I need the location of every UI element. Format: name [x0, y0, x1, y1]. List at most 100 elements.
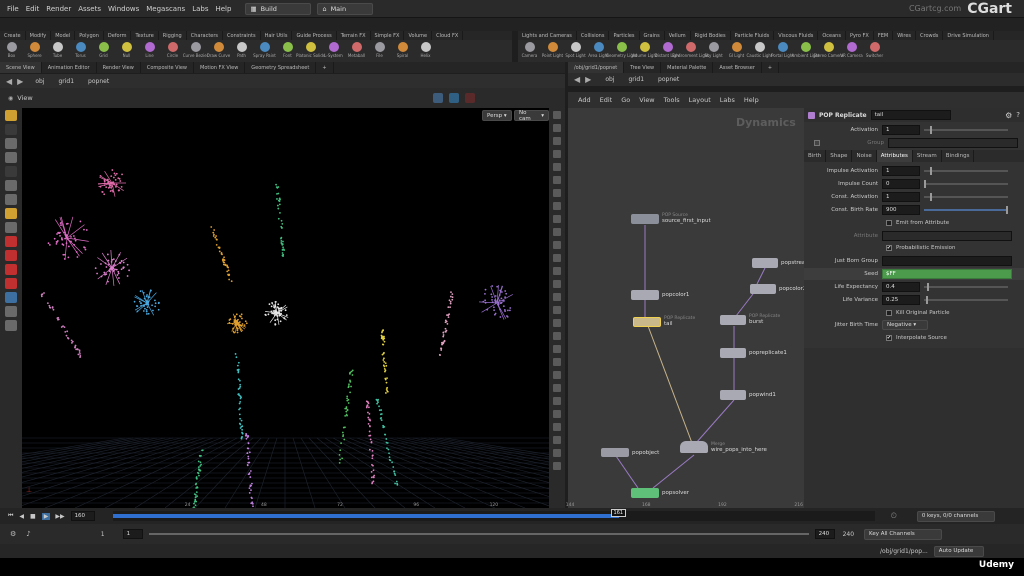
start-icon[interactable]: ⏮ — [8, 512, 13, 520]
shelf2-tab[interactable]: Collisions — [577, 31, 610, 40]
node-popwind1[interactable]: popwind1 — [720, 390, 776, 400]
shelf-tab[interactable]: Hair Utils — [261, 31, 293, 40]
display-option-icon[interactable] — [553, 358, 561, 366]
shelf2-tool[interactable]: Distant Light — [655, 40, 680, 62]
field-seed[interactable]: $FF — [882, 269, 1012, 279]
display-option-icon[interactable] — [553, 449, 561, 457]
network-editor[interactable]: Dynamics POP Source source_first_input p… — [568, 108, 804, 508]
display-option-icon[interactable] — [553, 280, 561, 288]
node-popsolver[interactable]: popsolver — [631, 488, 689, 498]
path-grid1[interactable]: grid1 — [58, 78, 74, 85]
frame-marker[interactable]: 161 — [610, 509, 627, 517]
display-option-icon[interactable] — [553, 215, 561, 223]
node-merge[interactable]: Merge wire_pops_into_here — [680, 441, 767, 453]
slider-knob[interactable] — [924, 180, 926, 188]
shelf2-tool[interactable]: Volume Light — [631, 40, 658, 62]
slider-life-variance[interactable] — [924, 296, 1008, 304]
node-source-first-input[interactable]: POP Source source_first_input — [631, 213, 711, 224]
path-popnet[interactable]: popnet — [658, 76, 679, 83]
shelf-tool[interactable]: Sphere — [23, 40, 46, 62]
view-menu-icon[interactable]: ◉ — [8, 95, 13, 102]
shelf-tool[interactable]: Draw Curve — [207, 40, 230, 62]
shelf-tab[interactable]: Texture — [131, 31, 159, 40]
shelf2-tool[interactable]: Portal Light — [771, 40, 794, 62]
tool-icon[interactable] — [5, 208, 17, 219]
slider-life-expectancy[interactable] — [924, 283, 1008, 291]
forward-icon[interactable]: ▶ — [17, 77, 23, 86]
slider-impulse-count[interactable] — [924, 180, 1008, 188]
slider-knob[interactable] — [930, 167, 932, 175]
menu-render[interactable]: Render — [46, 5, 71, 13]
display-option-icon[interactable] — [553, 345, 561, 353]
net-menu-edit[interactable]: Edit — [600, 96, 613, 104]
timeline-track[interactable]: 161 24 48 72 96 120 144 168 192 216 — [112, 503, 875, 521]
group-toggle[interactable] — [814, 140, 820, 146]
shelf2-tool[interactable]: GI Light — [725, 40, 748, 62]
display-option-icon[interactable] — [553, 332, 561, 340]
tab-material-palette[interactable]: Material Palette — [661, 62, 714, 73]
shelf2-tab[interactable]: Viscous Fluids — [774, 31, 819, 40]
checkbox-emit-from-attribute[interactable] — [886, 220, 892, 226]
help-icon[interactable]: ? — [1016, 111, 1020, 119]
shelf-tool[interactable]: Box — [0, 40, 23, 62]
display-option-icon[interactable] — [553, 267, 561, 275]
shelf2-tool[interactable]: Point Light — [541, 40, 564, 62]
shelf2-tab[interactable]: Drive Simulation — [943, 31, 994, 40]
stop-icon[interactable]: ■ — [30, 513, 36, 520]
menu-file[interactable]: File — [7, 5, 19, 13]
tab-shape[interactable]: Shape — [826, 150, 853, 162]
checkbox-probabilistic-emission[interactable]: ✔ — [886, 245, 892, 251]
display-option-icon[interactable] — [553, 111, 561, 119]
shelf-tool[interactable]: Spray Paint — [253, 40, 276, 62]
tool-icon[interactable] — [5, 110, 17, 121]
shelf2-tab[interactable]: Pyro FX — [846, 31, 874, 40]
shelf-tool[interactable]: Line — [138, 40, 161, 62]
net-menu-view[interactable]: View — [639, 96, 654, 104]
tab-motion-fx-view[interactable]: Motion FX View — [194, 62, 246, 73]
shelf-tool[interactable]: L-System — [322, 40, 345, 62]
shelf-tab[interactable]: Guide Process — [292, 31, 337, 40]
desktop-select[interactable]: ▦ Build — [245, 2, 312, 15]
tab-noise[interactable]: Noise — [852, 150, 877, 162]
shelf2-tool[interactable]: Switcher — [863, 40, 886, 62]
menu-assets[interactable]: Assets — [78, 5, 101, 13]
tab-bindings[interactable]: Bindings — [942, 150, 975, 162]
shelf-tab[interactable]: Model — [51, 31, 76, 40]
net-menu-labs[interactable]: Labs — [720, 96, 735, 104]
audio-icon[interactable]: ♪ — [26, 530, 30, 538]
add-tab-icon[interactable]: + — [762, 62, 780, 73]
shelf2-tab[interactable]: Particle Fluids — [731, 31, 775, 40]
shelf2-tab[interactable]: Rigid Bodies — [691, 31, 731, 40]
field-life-expectancy[interactable]: 0.4 — [882, 282, 920, 292]
shelf-tool[interactable]: Spiral — [391, 40, 414, 62]
shelf2-tab[interactable]: Particles — [609, 31, 640, 40]
field-impulse-activation[interactable]: 1 — [882, 166, 920, 176]
shelf-tab[interactable]: Deform — [104, 31, 132, 40]
shelf2-tool[interactable]: Camera — [518, 40, 541, 62]
node-name-field[interactable]: tail — [870, 110, 951, 120]
shelf-tool[interactable]: File — [368, 40, 391, 62]
tab-animation-editor[interactable]: Animation Editor — [42, 62, 97, 73]
display-option-icon[interactable] — [553, 436, 561, 444]
shelf-tab[interactable]: Create — [0, 31, 26, 40]
tool-icon[interactable] — [5, 180, 17, 191]
shelf2-tab[interactable]: Oceans — [818, 31, 846, 40]
display-option-icon[interactable] — [553, 202, 561, 210]
camera-menu[interactable]: No cam ▾ — [514, 110, 549, 122]
persp-menu[interactable]: Persp ▾ — [482, 110, 512, 121]
menu-edit[interactable]: Edit — [26, 5, 40, 13]
tab-attributes[interactable]: Attributes — [876, 150, 913, 162]
slider-knob[interactable] — [927, 283, 929, 291]
tool-icon[interactable] — [5, 138, 17, 149]
tool-icon[interactable] — [5, 278, 17, 289]
tab-network-path[interactable]: /obj/grid1/popnet — [568, 62, 625, 73]
tool-icon[interactable] — [5, 320, 17, 331]
path-obj[interactable]: obj — [35, 78, 44, 85]
slider-knob[interactable] — [1006, 206, 1008, 214]
node-tail[interactable]: POP Replicate tail — [633, 316, 695, 327]
tab-tree-view[interactable]: Tree View — [624, 62, 662, 73]
tool-icon[interactable] — [5, 222, 17, 233]
shelf2-tab[interactable]: Crowds — [916, 31, 944, 40]
shelf-tool[interactable]: Path — [230, 40, 253, 62]
net-menu-tools[interactable]: Tools — [664, 96, 680, 104]
